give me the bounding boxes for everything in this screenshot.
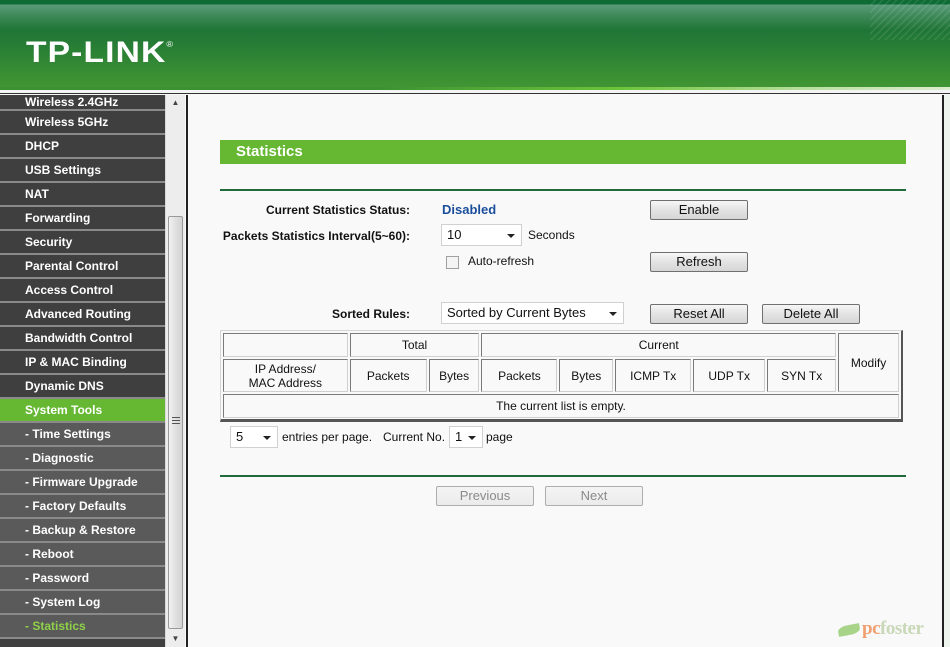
sidebar-scrollbar[interactable]: ▲ ▼ <box>165 95 185 647</box>
current-page-select[interactable]: 1 <box>449 426 483 448</box>
sidebar-item-dhcp[interactable]: DHCP <box>0 135 165 159</box>
header-syn-tx: SYN Tx <box>767 359 837 392</box>
scroll-down-arrow-icon[interactable]: ▼ <box>166 631 185 647</box>
scroll-grip-icon <box>172 417 180 425</box>
status-value: Disabled <box>442 202 497 217</box>
header-current-packets: Packets <box>481 359 558 392</box>
sidebar-item-bandwidth-control[interactable]: Bandwidth Control <box>0 327 165 351</box>
leaf-icon <box>837 622 861 637</box>
delete-all-button[interactable]: Delete All <box>762 304 860 324</box>
sidebar-item-firmware-upgrade[interactable]: - Firmware Upgrade <box>0 471 165 495</box>
pcfoster-watermark: pcfoster <box>837 618 924 640</box>
current-page-label: Current No. <box>383 430 446 444</box>
page-title-bar: Statistics <box>220 140 906 164</box>
header-banner: TP-LINK® <box>0 0 950 90</box>
scroll-up-arrow-icon[interactable]: ▲ <box>166 95 185 111</box>
header-decoration <box>870 0 950 40</box>
table-row: The current list is empty. <box>223 394 899 418</box>
header-total-packets: Packets <box>349 359 427 392</box>
sidebar-item-system-tools[interactable]: System Tools <box>0 399 165 423</box>
sidebar-item-access-control[interactable]: Access Control <box>0 279 165 303</box>
reset-all-button[interactable]: Reset All <box>650 304 748 324</box>
header-current-bytes: Bytes <box>559 359 614 392</box>
refresh-button[interactable]: Refresh <box>650 252 748 272</box>
chevron-down-icon <box>468 436 476 440</box>
sidebar-item-security[interactable]: Security <box>0 231 165 255</box>
main-content: Statistics Current Statistics Status: Di… <box>188 95 942 647</box>
header-udp-tx: UDP Tx <box>693 359 766 392</box>
sidebar-item-wireless-5ghz[interactable]: Wireless 5GHz <box>0 111 165 135</box>
sidebar-menu: Wireless 2.4GHz Wireless 5GHz DHCP USB Sett… <box>0 95 165 647</box>
table-header-row-columns: IP Address/MAC Address Packets Bytes Pac… <box>223 359 899 392</box>
header-total-bytes: Bytes <box>428 359 480 392</box>
empty-list-message: The current list is empty. <box>223 394 899 418</box>
previous-button[interactable]: Previous <box>436 486 534 506</box>
header-modify: Modify <box>838 333 899 392</box>
status-label: Current Statistics Status: <box>265 203 410 217</box>
page-title: Statistics <box>236 143 303 160</box>
scroll-thumb[interactable] <box>168 216 183 629</box>
auto-refresh-checkbox[interactable] <box>446 256 459 269</box>
sorted-rules-label: Sorted Rules: <box>331 307 410 321</box>
interval-label: Packets Statistics Interval(5~60): <box>222 229 410 243</box>
sidebar-item-backup-and-restore[interactable]: - Backup & Restore <box>0 519 165 543</box>
sorted-rules-select[interactable]: Sorted by Current Bytes <box>441 302 624 324</box>
statistics-table: Total Current Modify IP Address/MAC Addr… <box>220 330 903 422</box>
sidebar-item-factory-defaults[interactable]: - Factory Defaults <box>0 495 165 519</box>
sidebar-item-system-log[interactable]: - System Log <box>0 591 165 615</box>
frame-right-strip <box>944 95 950 647</box>
header-icmp-tx: ICMP Tx <box>615 359 692 392</box>
chevron-down-icon <box>263 436 271 440</box>
sidebar-item-statistics[interactable]: - Statistics <box>0 615 165 639</box>
sidebar-item-usb-settings[interactable]: USB Settings <box>0 159 165 183</box>
sidebar-item-parental-control[interactable]: Parental Control <box>0 255 165 279</box>
chevron-down-icon <box>609 312 617 316</box>
interval-select[interactable]: 10 <box>441 224 522 246</box>
enable-button[interactable]: Enable <box>650 200 748 220</box>
sidebar-item-ip-and-mac-binding[interactable]: IP & MAC Binding <box>0 351 165 375</box>
header-divider <box>0 90 950 94</box>
sidebar-item-diagnostic[interactable]: - Diagnostic <box>0 447 165 471</box>
entries-per-page-select[interactable]: 5 <box>230 426 278 448</box>
sidebar-item-wireless-2-4ghz[interactable]: Wireless 2.4GHz <box>0 95 165 111</box>
sidebar-item-reboot[interactable]: - Reboot <box>0 543 165 567</box>
auto-refresh-label: Auto-refresh <box>468 254 535 268</box>
header-current: Current <box>481 333 837 357</box>
page-label: page <box>486 430 513 444</box>
next-button[interactable]: Next <box>545 486 643 506</box>
sidebar-item-nat[interactable]: NAT <box>0 183 165 207</box>
table-header-row-groups: Total Current Modify <box>223 333 899 392</box>
chevron-down-icon <box>507 234 515 238</box>
tp-link-logo: TP-LINK® <box>26 36 175 69</box>
sidebar-item-password[interactable]: - Password <box>0 567 165 591</box>
header-ip-mac-address: IP Address/MAC Address <box>223 359 348 392</box>
sidebar-item-dynamic-dns[interactable]: Dynamic DNS <box>0 375 165 399</box>
header-empty-cell <box>223 333 348 357</box>
sidebar-item-forwarding[interactable]: Forwarding <box>0 207 165 231</box>
entries-per-page-label: entries per page. <box>282 430 373 444</box>
header-total: Total <box>349 333 480 357</box>
sidebar-item-time-settings[interactable]: - Time Settings <box>0 423 165 447</box>
interval-unit: Seconds <box>528 228 575 242</box>
sidebar-item-advanced-routing[interactable]: Advanced Routing <box>0 303 165 327</box>
section-divider-top <box>220 189 906 191</box>
section-divider-bottom <box>220 475 906 477</box>
